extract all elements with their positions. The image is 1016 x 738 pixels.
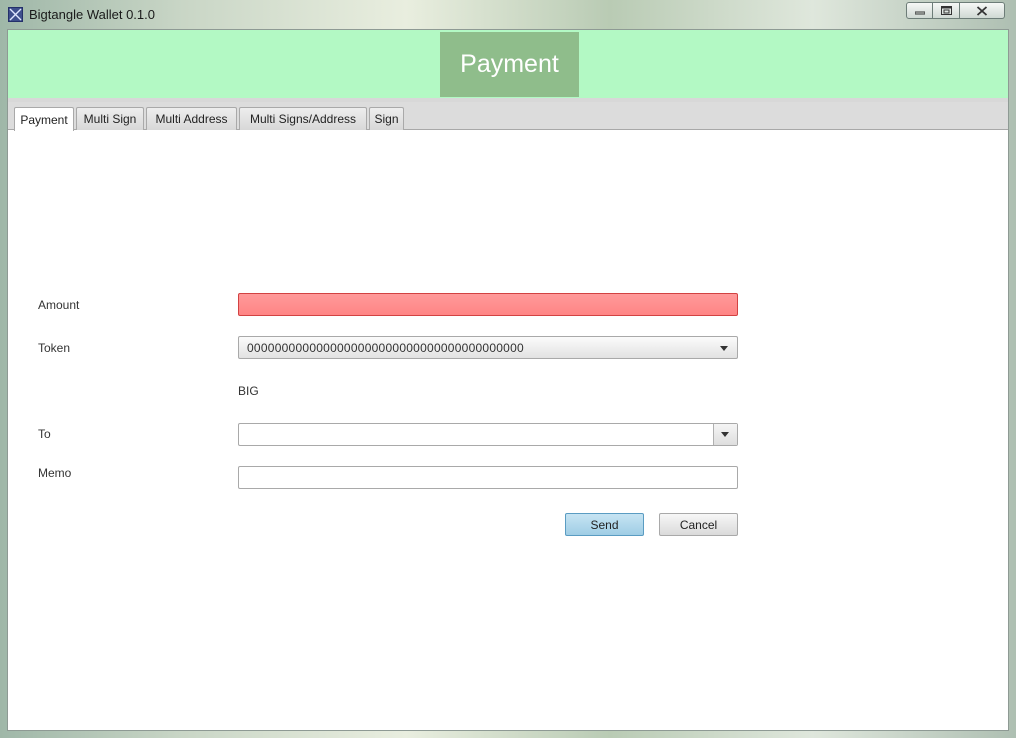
window-title: Bigtangle Wallet 0.1.0 [29, 7, 155, 22]
minimize-icon [914, 11, 925, 14]
close-icon [976, 5, 988, 16]
memo-label: Memo [38, 466, 72, 480]
maximize-button[interactable] [933, 2, 960, 19]
banner-title-box: Payment [440, 32, 579, 97]
tab-bar: Payment Multi Sign Multi Address Multi S… [8, 102, 1008, 131]
minimize-button[interactable] [906, 2, 933, 19]
token-label: Token [38, 341, 71, 355]
memo-input[interactable] [238, 466, 738, 489]
page-title: Payment [460, 50, 559, 78]
amount-label: Amount [38, 298, 80, 312]
tab-multi-sign[interactable]: Multi Sign [76, 107, 144, 130]
to-dropdown-button[interactable] [713, 424, 737, 445]
tab-multi-address[interactable]: Multi Address [146, 107, 237, 130]
amount-input[interactable] [238, 293, 738, 316]
tab-sign[interactable]: Sign [369, 107, 404, 130]
header-banner: Payment [8, 30, 1008, 98]
to-label: To [38, 427, 51, 441]
token-name: BIG [238, 384, 259, 398]
token-select[interactable]: 0000000000000000000000000000000000000000 [238, 336, 738, 359]
send-button[interactable]: Send [565, 513, 644, 536]
close-button[interactable] [960, 2, 1005, 19]
tab-payment[interactable]: Payment [14, 107, 74, 131]
restore-icon [940, 6, 952, 15]
window-controls [906, 2, 1005, 19]
token-select-value: 0000000000000000000000000000000000000000 [247, 341, 524, 355]
window-content: Payment Payment Multi Sign Multi Address… [7, 29, 1009, 731]
chevron-down-icon [720, 346, 728, 351]
chevron-down-icon [721, 432, 729, 437]
app-icon [8, 7, 23, 22]
cancel-button[interactable]: Cancel [659, 513, 738, 536]
title-bar[interactable]: Bigtangle Wallet 0.1.0 [0, 0, 1016, 28]
tab-multi-signs-address[interactable]: Multi Signs/Address [239, 107, 367, 130]
to-address-combobox[interactable] [238, 423, 738, 446]
